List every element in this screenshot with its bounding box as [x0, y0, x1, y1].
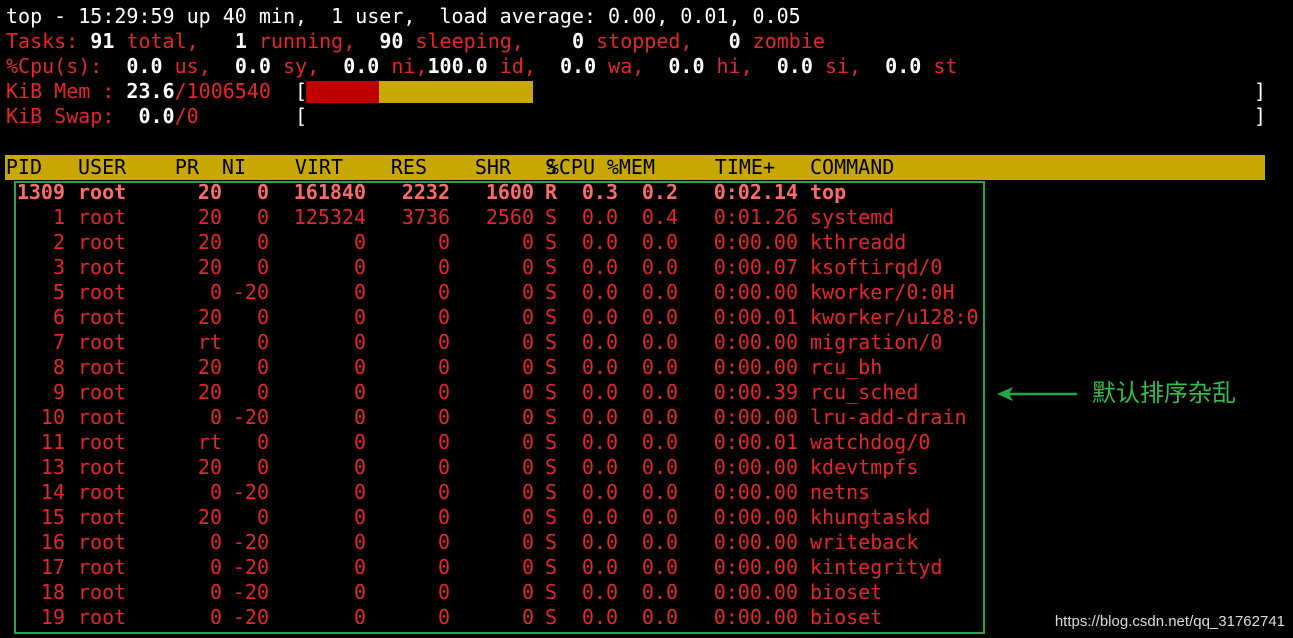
column-header-virt[interactable]: VIRT — [295, 155, 343, 180]
tasks-sleeping-label: sleeping, — [415, 29, 524, 53]
column-header-ni[interactable]: NI — [222, 155, 246, 180]
tasks-zombie-value: 0 — [728, 29, 741, 53]
swap-bar-open-bracket: [ — [295, 104, 308, 128]
mem-bar-close-bracket: ] — [1254, 79, 1267, 103]
column-header-mem[interactable]: %MEM — [607, 155, 655, 180]
swap-bar-close-bracket: ] — [1254, 104, 1267, 128]
mem-bar-yellow-segment — [379, 81, 533, 103]
cpu-us-label: us, — [174, 54, 211, 78]
tasks-total-value: 91 — [90, 29, 115, 53]
highlight-box — [14, 181, 985, 634]
column-header-pr[interactable]: PR — [175, 155, 199, 180]
mem-line: KiB Mem : 23.6/1006540 — [6, 79, 271, 104]
swap-label: KiB Swap: — [6, 104, 115, 128]
column-header-cpu[interactable]: %CPU — [547, 155, 595, 180]
arrow-left-icon — [997, 387, 1077, 401]
cpu-si-value: 0.0 — [776, 54, 813, 78]
cpu-us-value: 0.0 — [126, 54, 163, 78]
cpu-si-label: si, — [824, 54, 862, 78]
cpu-hi-value: 0.0 — [668, 54, 705, 78]
tasks-zombie-label: zombie — [752, 29, 825, 53]
column-header-pid[interactable]: PID — [6, 155, 42, 180]
mem-used-value: 23.6 — [126, 79, 175, 103]
cpu-label: %Cpu(s): — [6, 54, 103, 78]
cpu-st-value: 0.0 — [885, 54, 922, 78]
cpu-wa-value: 0.0 — [559, 54, 597, 78]
uptime-text: top - 15:29:59 up 40 min, 1 user, load a… — [6, 4, 801, 28]
swap-line: KiB Swap: 0.0/0 — [6, 104, 199, 129]
swap-total-value: /0 — [174, 104, 199, 128]
tasks-stopped-label: stopped, — [596, 29, 693, 53]
mem-total-value: /1006540 — [174, 79, 271, 103]
cpu-id-value: 100.0 — [427, 54, 488, 78]
cpu-st-label: st — [933, 54, 958, 78]
cpu-ni-value: 0.0 — [343, 54, 380, 78]
cpu-ni-label: ni, — [391, 54, 428, 78]
tasks-running-value: 1 — [234, 29, 247, 53]
process-table-header: PID USER PR NI VIRT RES SHR S %CPU %MEM TIME+ COMMA… — [5, 155, 1265, 180]
uptime-line: top - 15:29:59 up 40 min, 1 user, load a… — [6, 4, 801, 29]
cpu-hi-label: hi, — [716, 54, 753, 78]
cpu-line: %Cpu(s): 0.0 us, 0.0 sy, 0.0 ni,100.0 id… — [6, 54, 957, 79]
column-header-command[interactable]: COMMAND — [810, 155, 894, 180]
annotation-text: 默认排序杂乱 — [1092, 379, 1236, 407]
watermark: https://blog.csdn.net/qq_31762741 — [1054, 613, 1285, 630]
tasks-label: Tasks: — [6, 29, 79, 53]
tasks-running-label: running, — [258, 29, 356, 53]
column-header-res[interactable]: RES — [391, 155, 427, 180]
column-header-shr[interactable]: SHR — [475, 155, 511, 180]
swap-used-value: 0.0 — [138, 104, 175, 128]
cpu-wa-label: wa, — [608, 54, 645, 78]
cpu-sy-label: sy, — [282, 54, 320, 78]
mem-bar-red-segment — [306, 81, 379, 103]
column-header-time[interactable]: TIME+ — [715, 155, 775, 180]
tasks-line: Tasks: 91 total, 1 running, 90 sleeping,… — [6, 29, 825, 54]
tasks-stopped-value: 0 — [572, 29, 585, 53]
tasks-sleeping-value: 90 — [379, 29, 404, 53]
mem-label: KiB Mem : — [6, 79, 115, 103]
column-header-user[interactable]: USER — [78, 155, 126, 180]
tasks-total-label: total, — [126, 29, 199, 53]
cpu-sy-value: 0.0 — [234, 54, 271, 78]
cpu-id-label: id, — [499, 54, 536, 78]
